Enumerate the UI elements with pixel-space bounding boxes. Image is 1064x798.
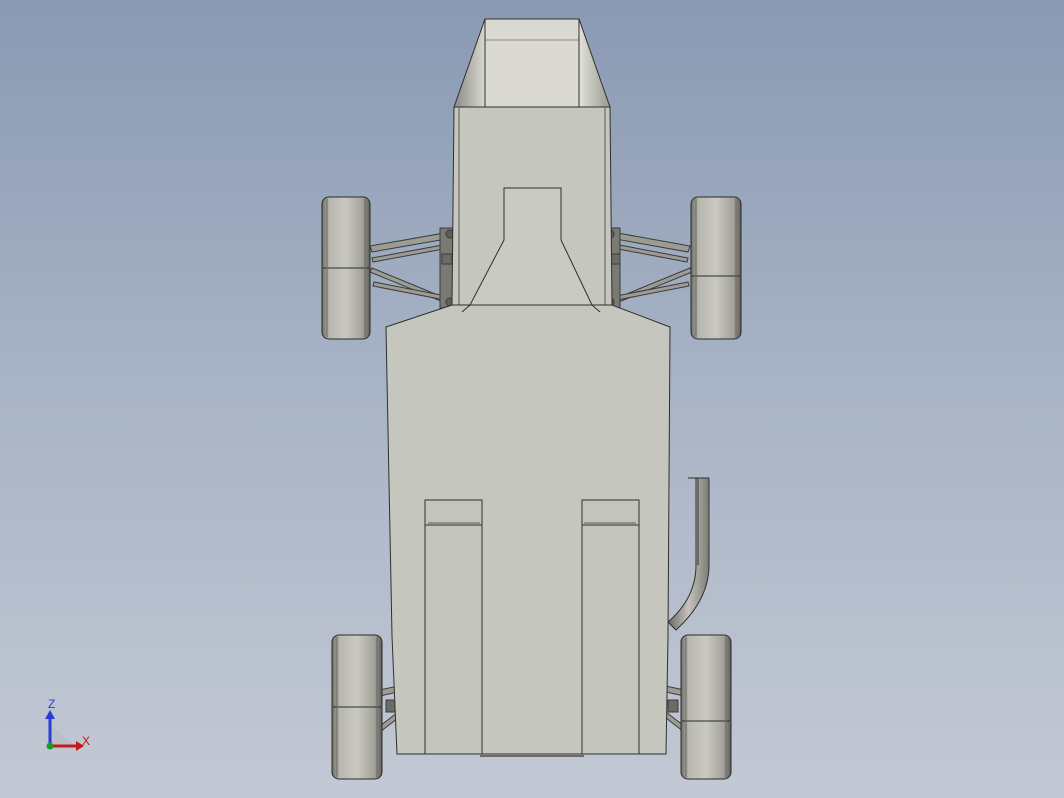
front-right-wheel[interactable] (690, 196, 742, 340)
rear-right-wheel[interactable] (680, 634, 732, 780)
sidepod-left (424, 499, 483, 755)
axis-triad-icon (45, 710, 84, 751)
rear-left-wheel[interactable] (331, 634, 383, 780)
graphics-viewport[interactable]: Z X (0, 0, 1064, 798)
nose-cone (453, 18, 611, 108)
coordinate-triad: Z X (36, 696, 100, 760)
front-suspension-right (605, 227, 693, 309)
car-chassis-model[interactable] (0, 0, 1064, 798)
x-axis-label: X (82, 734, 91, 748)
exhaust-pipe (667, 477, 710, 631)
front-suspension-left (369, 227, 455, 309)
z-axis-label: Z (48, 697, 56, 711)
front-left-wheel[interactable] (321, 196, 371, 340)
sidepod-right (581, 499, 640, 755)
